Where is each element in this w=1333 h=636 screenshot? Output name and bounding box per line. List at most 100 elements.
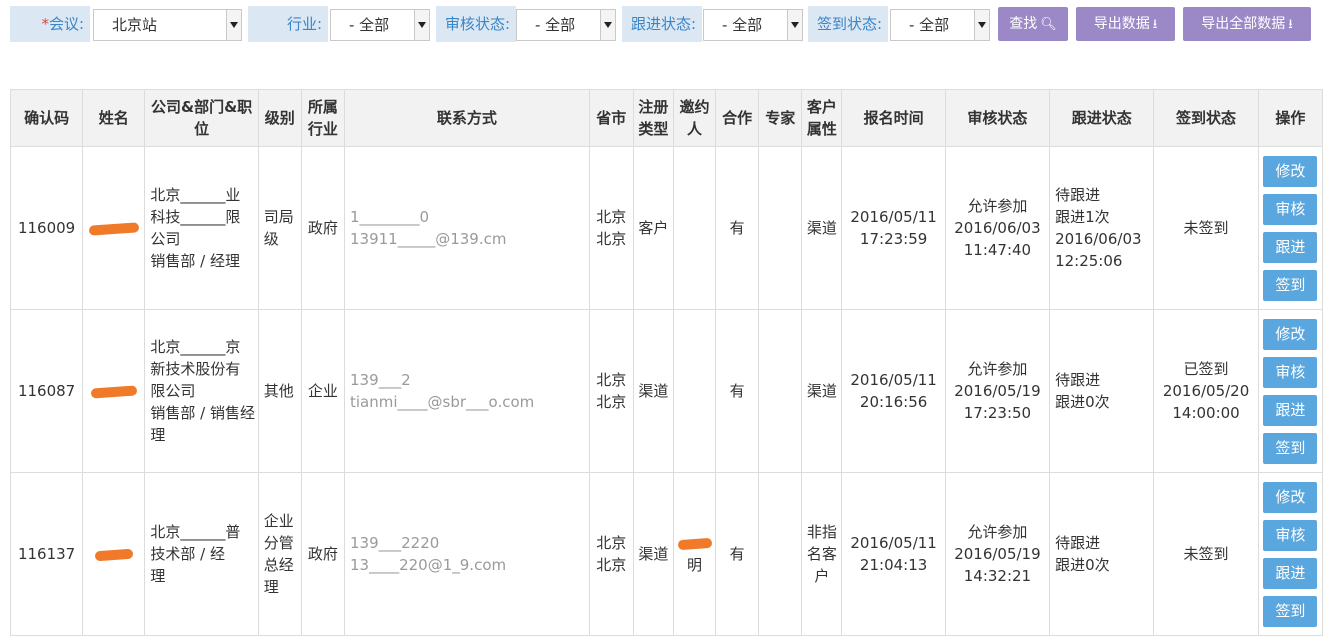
review-time: 11:47:40 [963,241,1032,259]
column-header: 邀约人 [672,89,717,147]
expert-cell [758,146,803,310]
city: 北京 [596,556,627,574]
review-button[interactable]: 审核 [1263,356,1318,388]
industry-cell: 政府 [300,472,346,636]
edit-button[interactable]: 修改 [1263,318,1318,350]
signin-status-label: 签到状态: [808,6,888,42]
review-date: 2016/05/19 [954,545,1041,563]
column-header: 省市 [588,89,634,147]
email: tianmi____@sbr___o.com [350,393,535,411]
column-header: 跟进状态 [1049,89,1155,147]
department-title: 销售部 / 销售经理 [150,404,255,444]
signin-button[interactable]: 签到 [1263,595,1318,627]
column-header: 合作 [715,89,760,147]
edit-button[interactable]: 修改 [1263,481,1318,513]
inviter-cell: 明 [672,472,717,636]
review-time: 14:32:21 [963,567,1032,585]
signin-button[interactable]: 签到 [1263,269,1318,301]
review-status: 允许参加 [967,523,1028,541]
company-cell: 北京______普 技术部 / 经 理 [144,472,259,636]
export-all-button[interactable]: 导出全部数据 ⭳ [1183,7,1311,41]
column-header: 姓名 [82,89,146,147]
confirmation-code: 116087 [9,309,84,473]
review-button[interactable]: 审核 [1263,519,1318,551]
follow-button[interactable]: 跟进 [1263,231,1318,263]
signin-status-cell: 已签到 2016/05/20 14:00:00 [1153,309,1259,473]
signin-status-select[interactable]: - 全部 [890,9,990,41]
review-button[interactable]: 审核 [1263,193,1318,225]
company-cell: 北京______京 新技术股份有 限公司 销售部 / 销售经理 [144,309,259,473]
chevron-down-icon [974,10,989,40]
column-header: 报名时间 [841,89,946,147]
review-status-select-value: - 全部 [535,16,576,34]
table-header-row: 确认码 姓名 公司&部门&职位 级别 所属行业 联系方式 省市 注册类型 邀约人… [9,89,1324,147]
meeting-label: *会议: [10,6,90,42]
redaction-mark [94,548,134,561]
confirmation-code: 116009 [9,146,84,310]
customer-attr-cell: 渠道 [801,309,843,473]
review-time: 17:23:50 [963,404,1032,422]
column-header: 客户属性 [801,89,843,147]
inviter-cell [672,146,717,310]
search-icon: 🔍︎ [1040,17,1057,32]
follow-status-cell: 待跟进 跟进0次 [1049,472,1155,636]
follow-count: 跟进0次 [1055,393,1110,411]
review-status-cell: 允许参加 2016/06/03 11:47:40 [944,146,1051,310]
column-header: 公司&部门&职位 [144,89,259,147]
company-cell: 北京______业 科技______限 公司 销售部 / 经理 [144,146,259,310]
review-date: 2016/05/19 [954,382,1041,400]
city-cell: 北京 北京 [588,309,634,473]
name-cell [82,309,146,473]
company-line: 理 [150,567,166,585]
follow-button[interactable]: 跟进 [1263,394,1318,426]
company-line: 北京______普 [150,523,241,541]
redaction-mark [90,384,138,399]
registration-table: 确认码 姓名 公司&部门&职位 级别 所属行业 联系方式 省市 注册类型 邀约人… [9,89,1324,636]
signup-time-cell: 2016/05/11 20:16:56 [841,309,946,473]
follow-status: 待跟进 [1055,534,1101,552]
search-button-label: 查找 [1009,16,1038,32]
column-header: 注册类型 [632,89,674,147]
actions-cell: 修改 审核 跟进 签到 [1257,472,1324,636]
export-button[interactable]: 导出数据 ⭳ [1076,7,1175,41]
phone: 139___2220 [350,534,440,552]
level-cell: 司局级 [257,146,302,310]
industry-cell: 企业 [300,309,346,473]
province: 北京 [596,371,627,389]
review-status-select[interactable]: - 全部 [516,9,616,41]
phone: 1________0 [350,208,430,226]
review-status-cell: 允许参加 2016/05/19 14:32:21 [944,472,1051,636]
meeting-select[interactable]: 北京站 [93,9,242,41]
follow-count: 跟进0次 [1055,556,1110,574]
email: 13____220@1_9.com [350,556,507,574]
follow-status: 待跟进 [1055,371,1101,389]
province: 北京 [596,208,627,226]
edit-button[interactable]: 修改 [1263,155,1318,187]
export-all-button-label: 导出全部数据 [1201,16,1286,32]
chevron-down-icon [414,10,429,40]
industry-cell: 政府 [300,146,346,310]
download-icon: ⭳ [1288,17,1293,32]
search-button[interactable]: 查找 🔍︎ [998,7,1068,41]
signup-date: 2016/05/11 [850,208,937,226]
column-header: 级别 [257,89,302,147]
email: 13911_____@139.cm [350,230,507,248]
follow-status-cell: 待跟进 跟进0次 [1049,309,1155,473]
follow-count: 跟进1次 [1055,208,1110,226]
signin-date: 2016/05/20 [1162,382,1250,400]
follow-status-select[interactable]: - 全部 [703,9,803,41]
department-title: 销售部 / 经理 [150,252,240,270]
review-status-label: 审核状态: [436,6,516,42]
follow-button[interactable]: 跟进 [1263,557,1318,589]
city: 北京 [596,230,627,248]
chevron-down-icon [787,10,802,40]
signin-status: 已签到 [1183,360,1229,378]
signin-button[interactable]: 签到 [1263,432,1318,464]
signin-status-cell: 未签到 [1153,146,1259,310]
signin-status-select-value: - 全部 [909,16,950,34]
industry-select[interactable]: - 全部 [330,9,430,41]
expert-cell [758,309,803,473]
level-cell: 其他 [257,309,302,473]
redaction-mark [88,221,140,236]
company-line: 科技______限 [150,208,241,226]
